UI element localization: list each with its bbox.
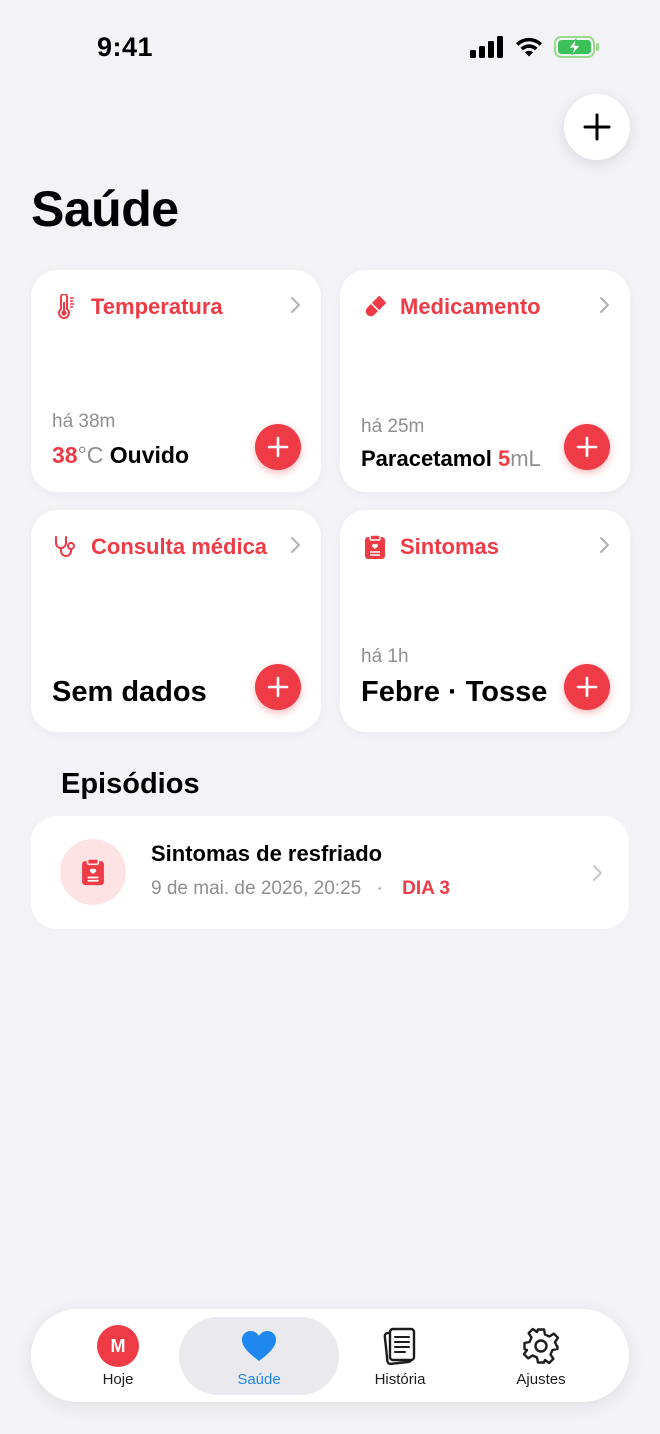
card-value: 38°C Ouvido [52,442,189,469]
temperature-unit: °C [77,442,104,468]
card-subtitle: há 1h [361,646,409,667]
status-time: 9:41 [97,32,154,62]
tab-ajustes[interactable]: Ajustes [461,1317,621,1395]
card-value: Paracetamol 5mL [361,446,541,472]
card-header: Sintomas [362,532,610,562]
gear-icon [520,1325,562,1367]
clipboard-icon [60,839,126,905]
card-header: Medicamento [362,292,610,322]
episode-separator: · [376,878,383,899]
tab-bar: M Hoje Saúde História Ajustes [31,1309,629,1402]
wifi-icon [516,37,542,57]
card-value: Febre · Tosse [361,676,548,708]
cellular-signal-icon [470,36,503,58]
tab-hoje[interactable]: M Hoje [38,1317,198,1395]
card-subtitle: há 25m [361,416,425,437]
medication-card[interactable]: Medicamento há 25m Paracetamol 5mL [340,270,630,492]
add-medication-button[interactable] [564,424,610,470]
episode-date: 9 de mai. de 2026, 20:25 [151,878,362,899]
temperature-location: Ouvido [109,442,190,468]
episode-meta: 9 de mai. de 2026, 20:25 · DIA 3 [151,878,450,900]
temperature-value: 38 [52,442,78,468]
chevron-right-icon [600,537,609,553]
add-doctor-visit-button[interactable] [255,664,301,710]
tab-label: Hoje [102,1371,134,1388]
pill-icon [362,294,388,320]
clipboard-icon [362,534,388,560]
plus-icon [576,676,598,698]
health-screen: 9:41 Saúde Temperatura há 38m 38°C Ouvid… [0,0,660,1434]
tab-label: Ajustes [516,1371,566,1388]
heart-icon [238,1325,280,1367]
episode-title: Sintomas de resfriado [151,841,383,866]
stethoscope-icon [53,534,79,560]
plus-icon [267,436,289,458]
card-title: Consulta médica [91,534,268,559]
tab-label: História [374,1371,426,1388]
add-temperature-button[interactable] [255,424,301,470]
tab-historia[interactable]: História [320,1317,480,1395]
medication-dose: 5 [497,446,511,471]
medication-name: Paracetamol [361,446,492,471]
episode-day-badge: DIA 3 [402,878,450,899]
symptoms-card[interactable]: Sintomas há 1h Febre · Tosse [340,510,630,732]
chevron-right-icon [291,297,300,313]
card-value: Sem dados [52,676,207,708]
add-symptom-button[interactable] [564,664,610,710]
plus-icon [267,676,289,698]
medication-unit: mL [510,446,541,471]
doctor-visit-card[interactable]: Consulta médica Sem dados [31,510,321,732]
add-entry-button[interactable] [564,94,630,160]
plus-icon [576,436,598,458]
battery-charging-icon [554,36,599,58]
card-header: Consulta médica [53,532,301,562]
status-icons [470,36,600,58]
card-title: Sintomas [400,534,500,559]
card-title: Medicamento [400,294,541,319]
thermometer-icon [53,294,79,320]
chevron-right-icon [600,297,609,313]
tab-saude[interactable]: Saúde [179,1317,339,1395]
book-icon [379,1325,421,1367]
tab-label: Saúde [237,1371,281,1388]
card-subtitle: há 38m [52,411,116,432]
plus-icon [583,113,611,141]
episode-row[interactable]: Sintomas de resfriado 9 de mai. de 2026,… [31,816,629,929]
card-title: Temperatura [91,294,223,319]
episodes-section-title: Episódios [61,768,200,800]
page-title: Saúde [31,181,179,237]
temperature-card[interactable]: Temperatura há 38m 38°C Ouvido [31,270,321,492]
chevron-right-icon [291,537,300,553]
card-header: Temperatura [53,292,301,322]
chevron-right-icon [593,865,602,881]
avatar: M [97,1325,139,1367]
